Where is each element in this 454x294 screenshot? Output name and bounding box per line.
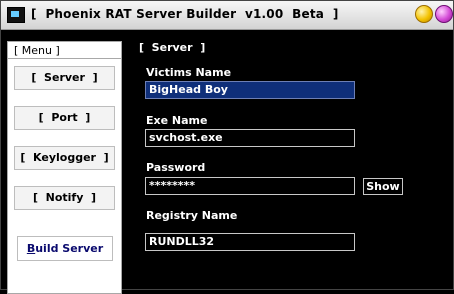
menu-header: [ Menu ] xyxy=(8,42,121,59)
menu-item-notify[interactable]: [ Notify ] xyxy=(14,186,115,210)
exe-name-label: Exe Name xyxy=(146,114,208,127)
exe-name-field[interactable]: svchost.exe xyxy=(145,129,355,147)
server-panel-title: [ Server ] xyxy=(139,41,206,54)
registry-name-label: Registry Name xyxy=(146,209,238,222)
registry-name-field[interactable]: RUNDLL32 xyxy=(145,233,355,251)
client-area: [ Menu ] [ Server ] [ Port ] [ Keylogger… xyxy=(1,30,453,294)
menu-item-port[interactable]: [ Port ] xyxy=(14,106,115,130)
build-server-label: uild Server xyxy=(35,242,104,255)
victims-name-field[interactable]: BigHead Boy xyxy=(145,81,355,99)
app-icon xyxy=(7,7,25,23)
menu-item-keylogger[interactable]: [ Keylogger ] xyxy=(14,146,115,170)
builder-window: [ Phoenix RAT Server Builder v1.00 Beta … xyxy=(0,0,454,294)
build-server-accelerator: B xyxy=(26,242,36,255)
title-bar[interactable]: [ Phoenix RAT Server Builder v1.00 Beta … xyxy=(1,1,453,30)
window-title: [ Phoenix RAT Server Builder v1.00 Beta … xyxy=(31,7,339,21)
password-field[interactable]: ******** xyxy=(145,177,355,195)
show-password-button[interactable]: Show xyxy=(363,178,403,195)
build-server-button[interactable]: Build Server xyxy=(17,236,113,261)
minimize-button[interactable] xyxy=(415,5,433,23)
close-button[interactable] xyxy=(435,5,453,23)
victims-name-label: Victims Name xyxy=(146,66,232,79)
password-label: Password xyxy=(146,161,206,174)
menu-item-server[interactable]: [ Server ] xyxy=(14,66,115,90)
menu-panel: [ Menu ] [ Server ] [ Port ] [ Keylogger… xyxy=(7,41,122,294)
server-panel: [ Server ] Victims Name BigHead Boy Exe … xyxy=(131,41,449,275)
